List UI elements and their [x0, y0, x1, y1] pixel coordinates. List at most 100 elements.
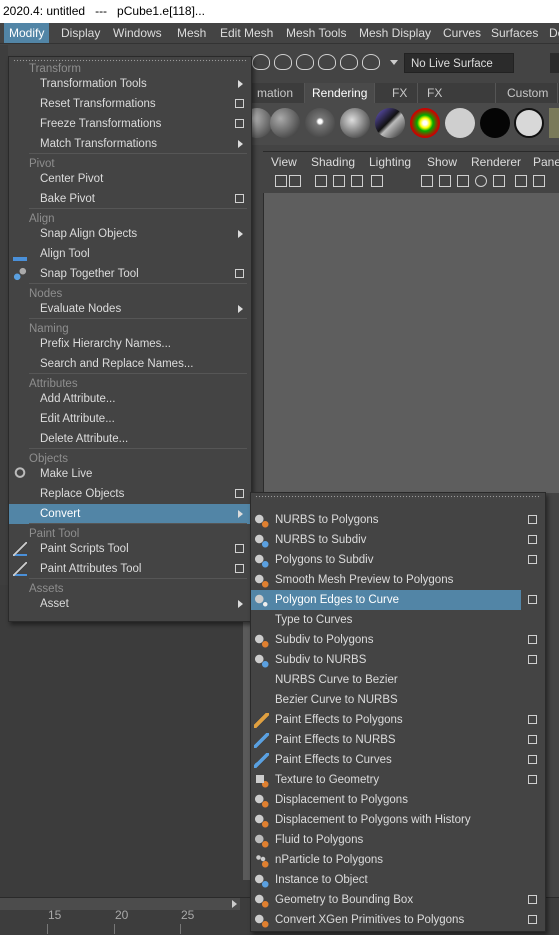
option-box-icon[interactable]	[528, 635, 537, 644]
menu-item-nurbs-to-subdiv[interactable]: NURBS to Subdiv	[251, 530, 545, 550]
outlined-ball-icon[interactable]	[514, 108, 544, 138]
menu-item-paint-effects-to-polygons[interactable]: Paint Effects to Polygons	[251, 710, 545, 730]
panel-menu-lighting[interactable]: Lighting	[369, 152, 411, 172]
white-ball-icon[interactable]	[445, 108, 475, 138]
menu-item-paint-attributes-tool[interactable]: Paint Attributes Tool	[9, 559, 251, 579]
safe-action-icon[interactable]	[515, 175, 527, 187]
panel-menu-panels[interactable]: Pane	[533, 152, 559, 172]
menu-deform[interactable]: De	[544, 23, 559, 43]
menu-item-displacement-to-polygons-with-history[interactable]: Displacement to Polygons with History	[251, 810, 545, 830]
tab-custom[interactable]: Custom	[500, 83, 558, 103]
menu-item-fluid-to-polygons[interactable]: Fluid to Polygons	[251, 830, 545, 850]
menu-item-freeze-transformations[interactable]: Freeze Transformations	[9, 114, 251, 134]
ramp-ball-icon[interactable]	[410, 108, 440, 138]
tab-fx-caching[interactable]: FX Caching	[420, 83, 496, 120]
camera-lock-icon[interactable]	[289, 175, 301, 187]
menu-mesh-display[interactable]: Mesh Display	[354, 23, 436, 43]
menu-item-instance-to-object[interactable]: Instance to Object	[251, 870, 545, 890]
menu-item-align-tool[interactable]: Align Tool	[9, 244, 251, 264]
resolution-gate-icon[interactable]	[457, 175, 469, 187]
menu-item-snap-together-tool[interactable]: Snap Together Tool	[9, 264, 251, 284]
anisotropic-ball-icon[interactable]	[375, 108, 405, 138]
shader-ball-icon[interactable]	[270, 108, 300, 138]
snap-magnet-icon[interactable]	[362, 54, 380, 70]
grease-pencil-icon[interactable]	[371, 175, 383, 187]
option-box-icon[interactable]	[528, 535, 537, 544]
menu-item-reset-transformations[interactable]: Reset Transformations	[9, 94, 251, 114]
menu-item-asset[interactable]: Asset	[9, 594, 251, 614]
tear-off-handle[interactable]	[255, 495, 541, 499]
option-box-icon[interactable]	[235, 99, 244, 108]
menu-item-bezier-curve-to-nurbs[interactable]: Bezier Curve to NURBS	[251, 690, 545, 710]
option-box-icon[interactable]	[528, 895, 537, 904]
safe-title-icon[interactable]	[533, 175, 545, 187]
menu-item-nurbs-curve-to-bezier[interactable]: NURBS Curve to Bezier	[251, 670, 545, 690]
menu-item-bake-pivot[interactable]: Bake Pivot	[9, 189, 251, 209]
black-ball-icon[interactable]	[480, 108, 510, 138]
panel-menu-view[interactable]: View	[271, 152, 297, 172]
menu-item-smooth-mesh-preview-to-polygons[interactable]: Smooth Mesh Preview to Polygons	[251, 570, 545, 590]
image-plane-icon[interactable]	[333, 175, 345, 187]
menu-item-snap-align-objects[interactable]: Snap Align Objects	[9, 224, 251, 244]
snap-surface-icon[interactable]	[340, 54, 358, 70]
camera-icon[interactable]	[275, 175, 287, 187]
menu-surfaces[interactable]: Surfaces	[486, 23, 543, 43]
snap-view-icon[interactable]	[318, 54, 336, 70]
option-box-icon[interactable]	[528, 755, 537, 764]
menu-item-polygons-to-subdiv[interactable]: Polygons to Subdiv	[251, 550, 545, 570]
panel-menu-shading[interactable]: Shading	[311, 152, 355, 172]
option-box-icon[interactable]	[528, 555, 537, 564]
option-box-icon[interactable]	[528, 715, 537, 724]
menu-item-evaluate-nodes[interactable]: Evaluate Nodes	[9, 299, 251, 319]
menu-display[interactable]: Display	[56, 23, 105, 43]
menu-item-add-attribute[interactable]: Add Attribute...	[9, 389, 251, 409]
option-box-icon[interactable]	[528, 735, 537, 744]
chevron-down-icon[interactable]	[390, 60, 398, 65]
menu-item-prefix-hierarchy-names[interactable]: Prefix Hierarchy Names...	[9, 334, 251, 354]
panel-menu-show[interactable]: Show	[427, 152, 457, 172]
option-box-icon[interactable]	[235, 544, 244, 553]
viewport-panel[interactable]	[263, 193, 559, 493]
menu-mesh-tools[interactable]: Mesh Tools	[281, 23, 351, 43]
2d-pan-icon[interactable]	[351, 175, 363, 187]
option-box-icon[interactable]	[528, 595, 537, 604]
menu-item-transformation-tools[interactable]: Transformation Tools	[9, 74, 251, 94]
menu-item-center-pivot[interactable]: Center Pivot	[9, 169, 251, 189]
snap-grid-icon[interactable]	[252, 54, 270, 70]
menu-curves[interactable]: Curves	[438, 23, 486, 43]
menu-item-delete-attribute[interactable]: Delete Attribute...	[9, 429, 251, 449]
shader-ball-icon[interactable]	[305, 108, 335, 138]
menu-item-polygon-edges-to-curve[interactable]: Polygon Edges to Curve	[251, 590, 521, 610]
option-box-icon[interactable]	[235, 564, 244, 573]
option-box-icon[interactable]	[235, 119, 244, 128]
option-box-icon[interactable]	[235, 489, 244, 498]
option-box-icon[interactable]	[528, 655, 537, 664]
snap-point-icon[interactable]	[296, 54, 314, 70]
grid-icon[interactable]	[421, 175, 433, 187]
menu-item-displacement-to-polygons[interactable]: Displacement to Polygons	[251, 790, 545, 810]
menu-edit-mesh[interactable]: Edit Mesh	[215, 23, 278, 43]
bookmark-icon[interactable]	[315, 175, 327, 187]
gate-mask-icon[interactable]	[475, 175, 487, 187]
menu-item-paint-effects-to-curves[interactable]: Paint Effects to Curves	[251, 750, 545, 770]
snap-curve-icon[interactable]	[274, 54, 292, 70]
command-input-edge[interactable]	[550, 53, 559, 73]
tab-rendering[interactable]: Rendering	[305, 83, 375, 103]
menu-item-convert[interactable]: Convert	[9, 504, 251, 524]
shelf-item-icon[interactable]	[549, 108, 559, 138]
option-box-icon[interactable]	[235, 269, 244, 278]
option-box-icon[interactable]	[528, 915, 537, 924]
menu-item-convert-xgen-primitives-to-polygons[interactable]: Convert XGen Primitives to Polygons	[251, 910, 545, 930]
tab-animation[interactable]: mation	[250, 83, 305, 103]
field-chart-icon[interactable]	[493, 175, 505, 187]
menu-item-match-transformations[interactable]: Match Transformations	[9, 134, 251, 154]
menu-modify[interactable]: Modify	[4, 23, 50, 43]
arrow-right-icon[interactable]	[232, 900, 237, 908]
menu-item-subdiv-to-polygons[interactable]: Subdiv to Polygons	[251, 630, 545, 650]
menu-item-make-live[interactable]: Make Live	[9, 464, 251, 484]
shader-ball-icon[interactable]	[340, 108, 370, 138]
menu-item-subdiv-to-nurbs[interactable]: Subdiv to NURBS	[251, 650, 545, 670]
menu-item-nurbs-to-polygons[interactable]: NURBS to Polygons	[251, 510, 545, 530]
option-box-icon[interactable]	[528, 775, 537, 784]
menu-item-edit-attribute[interactable]: Edit Attribute...	[9, 409, 251, 429]
